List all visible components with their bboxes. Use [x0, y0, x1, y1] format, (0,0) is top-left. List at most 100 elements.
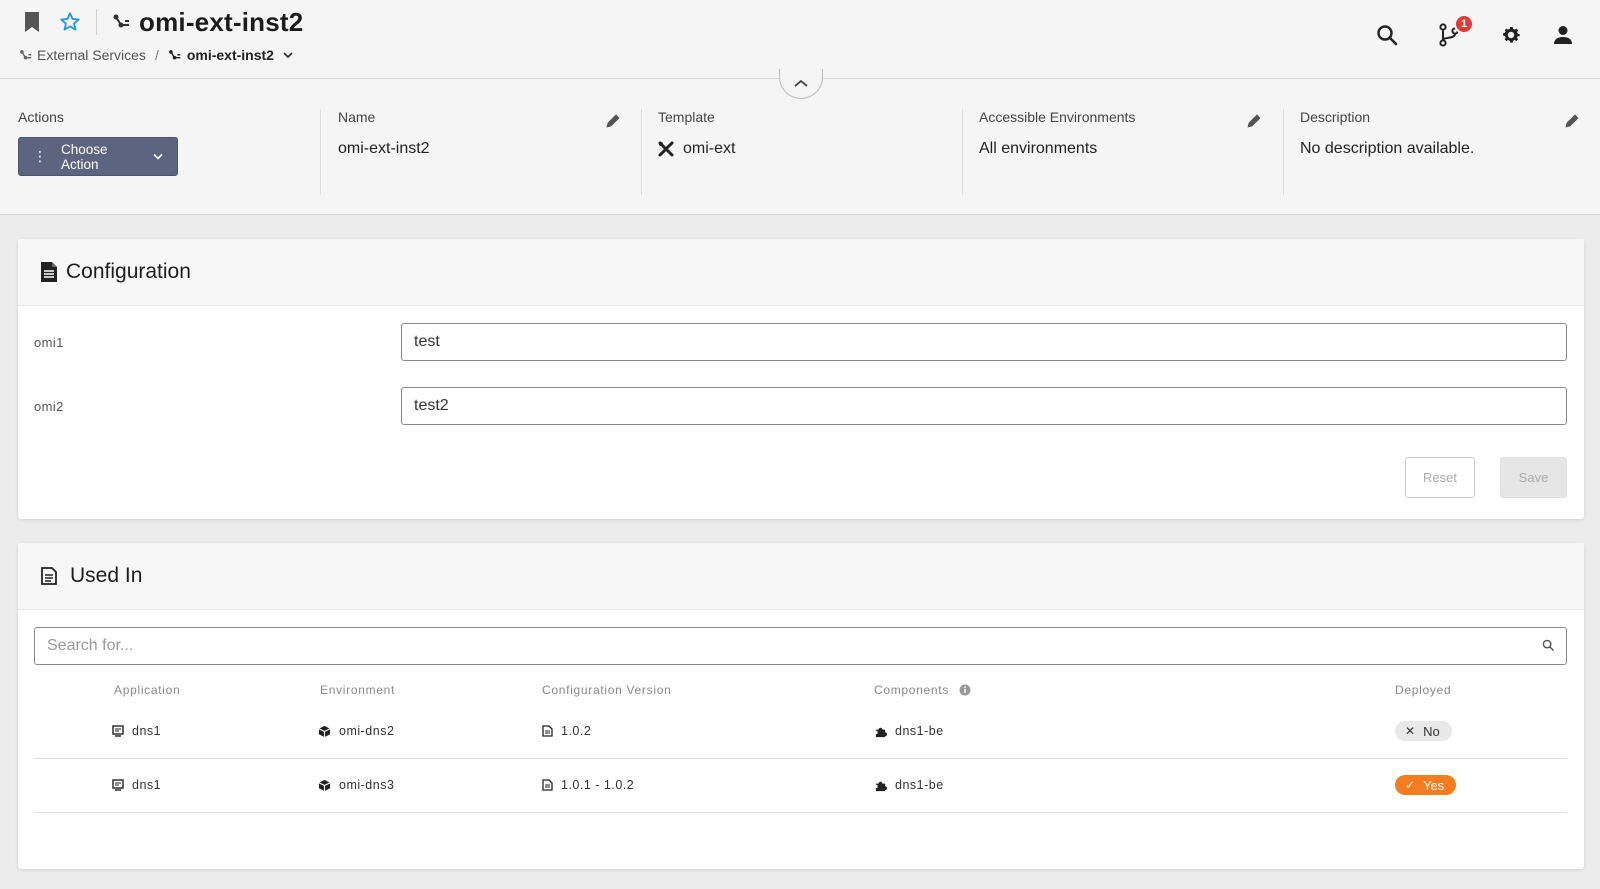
file-icon — [542, 779, 553, 791]
check-icon: ✓ — [1405, 778, 1416, 792]
header-divider — [96, 9, 97, 35]
deployed-badge: ✓ Yes — [1395, 775, 1457, 795]
environments-label: Accessible Environments — [979, 109, 1136, 125]
chevron-up-icon — [794, 79, 808, 87]
save-button[interactable]: Save — [1500, 457, 1567, 498]
info-bar: Actions ⋮ Choose Action Name omi-ext-ins… — [0, 79, 1600, 215]
external-service-icon — [18, 48, 32, 62]
omi2-input[interactable] — [401, 387, 1567, 425]
application-name[interactable]: dns1 — [132, 724, 161, 738]
notification-badge: 1 — [1454, 14, 1474, 34]
column-divider — [1283, 109, 1284, 195]
info-icon[interactable] — [959, 684, 971, 696]
used-in-header: Used In — [18, 543, 1584, 610]
config-row: omi1 — [18, 323, 1584, 361]
external-service-icon — [111, 10, 131, 34]
component-cell: dns1-be — [874, 778, 944, 792]
version-value: 1.0.1 - 1.0.2 — [561, 778, 635, 792]
configuration-header: Configuration — [18, 239, 1584, 306]
used-in-card: Used In Application Environment Configur… — [18, 543, 1584, 869]
template-label: Template — [658, 109, 715, 125]
column-header-application[interactable]: Application — [114, 683, 180, 697]
edit-name-icon[interactable] — [605, 113, 623, 131]
deployed-value: Yes — [1423, 777, 1445, 793]
environment-name[interactable]: omi-dns2 — [339, 724, 394, 738]
user-icon[interactable] — [1550, 22, 1576, 48]
application-cell: dns1 — [112, 778, 161, 792]
name-section: Name omi-ext-inst2 — [338, 109, 623, 195]
component-name[interactable]: dns1-be — [895, 778, 944, 792]
table-row[interactable]: dns1 omi-dns2 1.0.2 dns1-be ✕ No — [34, 705, 1567, 759]
application-icon — [112, 779, 124, 791]
name-label: Name — [338, 109, 376, 125]
template-section: Template omi-ext — [658, 109, 943, 195]
breadcrumb-separator: / — [154, 47, 159, 63]
breadcrumb: External Services / omi-ext-inst2 — [18, 47, 293, 63]
choose-action-button[interactable]: ⋮ Choose Action — [18, 137, 178, 176]
components-header-label: Components — [874, 683, 950, 697]
puzzle-icon — [875, 781, 887, 791]
name-value: omi-ext-inst2 — [338, 140, 430, 157]
omi1-input[interactable] — [401, 323, 1567, 361]
search-icon[interactable] — [1542, 639, 1556, 653]
environments-section: Accessible Environments All environments — [979, 109, 1264, 195]
configuration-card: Configuration omi1 omi2 Reset Save — [18, 239, 1584, 519]
config-key: omi2 — [34, 399, 64, 414]
used-in-search — [34, 627, 1567, 665]
gear-icon[interactable] — [1498, 22, 1524, 48]
application-cell: dns1 — [112, 724, 161, 738]
deployed-value: No — [1423, 723, 1440, 739]
version-cell: 1.0.1 - 1.0.2 — [542, 778, 634, 792]
chevron-down-icon — [153, 153, 163, 160]
chevron-down-icon[interactable] — [283, 51, 293, 59]
version-cell: 1.0.2 — [542, 724, 591, 738]
component-name[interactable]: dns1-be — [895, 724, 944, 738]
file-list-icon — [40, 567, 58, 585]
environment-cell: omi-dns3 — [318, 778, 394, 792]
environment-cell: omi-dns2 — [318, 724, 394, 738]
column-divider — [641, 109, 642, 195]
config-key: omi1 — [34, 335, 64, 350]
edit-description-icon[interactable] — [1564, 113, 1582, 131]
choose-action-label: Choose Action — [61, 141, 108, 172]
breadcrumb-parent[interactable]: External Services — [37, 47, 146, 63]
bookmark-icon[interactable] — [20, 10, 44, 34]
column-header-environment[interactable]: Environment — [320, 683, 395, 697]
close-icon: ✕ — [1405, 724, 1416, 738]
description-value: No description available. — [1300, 140, 1475, 157]
page-title: omi-ext-inst2 — [139, 6, 304, 37]
column-header-configuration-version[interactable]: Configuration Version — [542, 683, 671, 697]
breadcrumb-current: omi-ext-inst2 — [186, 47, 274, 63]
edit-environments-icon[interactable] — [1246, 113, 1264, 131]
search-input[interactable] — [35, 628, 1566, 664]
reset-button[interactable]: Reset — [1405, 457, 1475, 498]
document-icon — [40, 261, 58, 283]
cube-icon — [318, 779, 331, 791]
template-value-row: omi-ext — [658, 140, 943, 158]
environment-name[interactable]: omi-dns3 — [339, 778, 394, 792]
deployed-badge: ✕ No — [1395, 721, 1452, 741]
actions-label: Actions — [18, 109, 64, 125]
application-icon — [112, 725, 124, 737]
page-header: omi-ext-inst2 External Services / omi-ex… — [0, 0, 1600, 79]
star-icon[interactable] — [58, 10, 82, 34]
git-branch-icon[interactable]: 1 — [1436, 14, 1474, 48]
template-value[interactable]: omi-ext — [683, 140, 735, 158]
top-actions: 1 — [1338, 14, 1576, 48]
title-row: omi-ext-inst2 — [20, 6, 303, 38]
file-icon — [542, 725, 553, 737]
external-service-icon — [168, 48, 182, 62]
description-section: Description No description available. — [1300, 109, 1582, 195]
cube-icon — [318, 725, 331, 737]
search-icon[interactable] — [1374, 22, 1400, 48]
column-header-deployed[interactable]: Deployed — [1395, 683, 1451, 697]
application-name[interactable]: dns1 — [132, 778, 161, 792]
tools-icon — [658, 141, 674, 157]
table-row[interactable]: dns1 omi-dns3 1.0.1 - 1.0.2 dns1-be ✓ Ye… — [34, 759, 1567, 813]
config-row: omi2 — [18, 387, 1584, 425]
configuration-title: Configuration — [66, 260, 191, 283]
more-vertical-icon: ⋮ — [33, 148, 47, 164]
component-cell: dns1-be — [874, 724, 944, 738]
version-value: 1.0.2 — [561, 724, 592, 738]
column-header-components[interactable]: Components — [874, 683, 971, 697]
